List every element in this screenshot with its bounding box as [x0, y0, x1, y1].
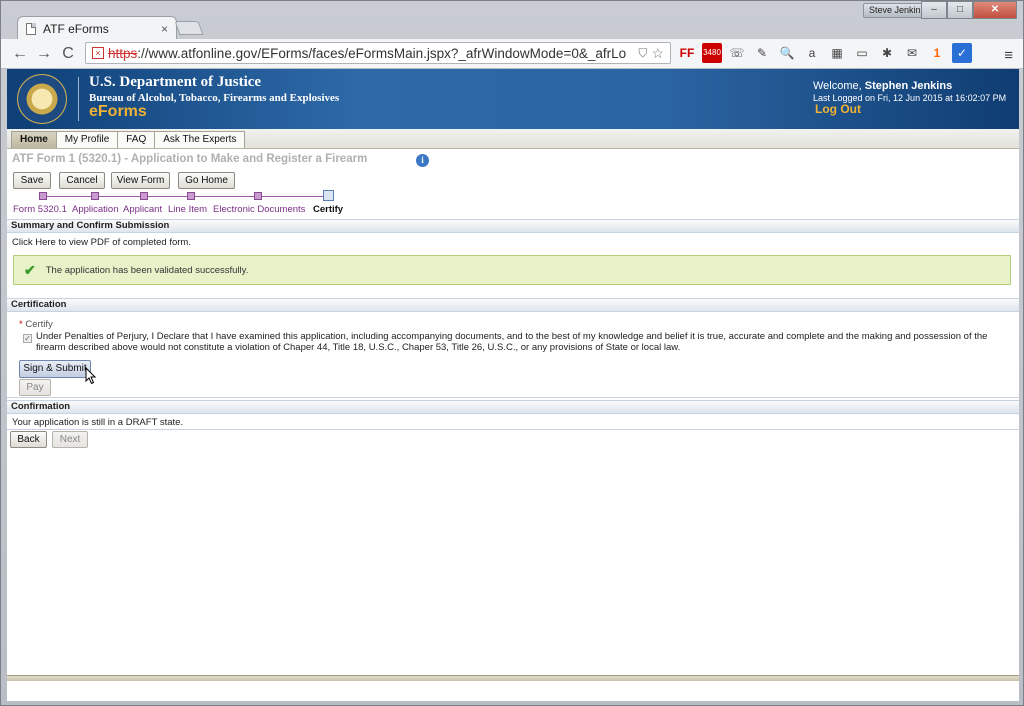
- page-footer-bar: [7, 675, 1019, 681]
- section-divider: [7, 397, 1019, 398]
- certify-checkbox[interactable]: ✓: [23, 334, 32, 343]
- perjury-declaration: Under Penalties of Perjury, I Declare th…: [36, 331, 988, 353]
- confirmation-divider: [7, 429, 1019, 430]
- ff-ext-icon[interactable]: FF: [677, 43, 697, 63]
- document-icon: [26, 22, 36, 35]
- doj-seal-logo: [17, 74, 67, 124]
- view-form-button[interactable]: View Form: [111, 172, 170, 189]
- mouse-cursor-icon: [85, 367, 97, 385]
- train-label-application[interactable]: Application: [72, 204, 118, 215]
- train-connector: [144, 196, 191, 197]
- menu-tab-ask-the-experts[interactable]: Ask The Experts: [154, 131, 246, 148]
- checkmark-icon: ✔: [24, 261, 36, 278]
- validation-text: The application has been validated succe…: [45, 264, 249, 276]
- train-label-electronic-documents[interactable]: Electronic Documents: [213, 204, 305, 215]
- progress-train: Form 5320.1 Application Applicant Line Item…: [13, 189, 353, 217]
- train-label-certify: Certify: [313, 204, 344, 215]
- validation-message: ✔ The application has been validated suc…: [13, 255, 1011, 285]
- url-text: ://www.atfonline.gov/EForms/faces/eForms…: [137, 45, 627, 61]
- browser-menu-icon[interactable]: ≡: [1004, 47, 1013, 64]
- user-name: Stephen Jenkins: [864, 80, 953, 92]
- title-bar: ATF eForms × Steve Jenkins – □ ✕: [1, 1, 1023, 40]
- next-button: Next: [52, 431, 88, 448]
- certify-label: * Certify: [19, 319, 53, 330]
- logout-link[interactable]: Log Out: [815, 102, 861, 116]
- train-stop-application[interactable]: [91, 192, 99, 200]
- train-stop-form-5320-1[interactable]: [39, 192, 47, 200]
- train-stop-applicant[interactable]: [140, 192, 148, 200]
- window-controls: – □ ✕: [921, 1, 1017, 19]
- train-label-applicant[interactable]: Applicant: [123, 204, 162, 215]
- eyedropper-ext-icon[interactable]: ✎: [752, 43, 772, 63]
- train-connector: [43, 196, 95, 197]
- welcome-text: Welcome, Stephen Jenkins: [813, 80, 1009, 92]
- extension-icons: FF 3480 ☏ ✎ 🔍 a ▦ ▭ ✱ ✉ 1 ✓: [677, 43, 972, 63]
- back-arrow-icon[interactable]: ←: [9, 43, 31, 65]
- cancel-button[interactable]: Cancel: [59, 172, 105, 189]
- draft-status-text: Your application is still in a DRAFT sta…: [12, 417, 184, 428]
- amazon-ext-icon[interactable]: a: [802, 43, 822, 63]
- train-stop-certify: [323, 190, 334, 201]
- minimize-button[interactable]: –: [921, 1, 947, 19]
- menu-tab-my-profile[interactable]: My Profile: [55, 131, 119, 148]
- confirmation-section-header: Confirmation: [7, 400, 1019, 414]
- train-stop-electronic-documents[interactable]: [254, 192, 262, 200]
- main-menu: Home My Profile FAQ Ask The Experts: [7, 129, 1019, 149]
- window-ext-icon[interactable]: ▭: [852, 43, 872, 63]
- browser-tab[interactable]: ATF eForms ×: [17, 16, 177, 40]
- forward-arrow-icon[interactable]: →: [33, 43, 55, 65]
- notification-ext-icon[interactable]: 1: [927, 43, 947, 63]
- back-button[interactable]: Back: [10, 431, 47, 448]
- train-label-form-5320-1[interactable]: Form 5320.1: [13, 204, 67, 215]
- summary-section-header: Summary and Confirm Submission: [7, 219, 1019, 233]
- train-label-line-item[interactable]: Line Item: [168, 204, 207, 215]
- save-button[interactable]: Save: [13, 172, 51, 189]
- check-ext-icon[interactable]: ✓: [952, 43, 972, 63]
- shield-icon[interactable]: ⛉: [638, 46, 647, 61]
- app-name: eForms: [89, 103, 147, 120]
- mail-ext-icon[interactable]: ✉: [902, 43, 922, 63]
- insecure-lock-icon[interactable]: ×: [92, 47, 104, 59]
- page-title: ATF Form 1 (5320.1) - Application to Mak…: [12, 153, 368, 165]
- tab-title: ATF eForms: [43, 21, 109, 36]
- chart-ext-icon[interactable]: ▦: [827, 43, 847, 63]
- doj-banner: U.S. Department of Justice Bureau of Alc…: [7, 69, 1019, 129]
- department-name: U.S. Department of Justice: [89, 74, 262, 90]
- menu-tab-faq[interactable]: FAQ: [117, 131, 156, 148]
- required-asterisk: *: [19, 319, 23, 330]
- view-pdf-link[interactable]: Click Here to view PDF of completed form…: [12, 237, 191, 248]
- browser-toolbar: ← → C × https ://www.atfonline.gov/EForm…: [1, 39, 1023, 69]
- train-connector: [95, 196, 144, 197]
- sign-submit-button[interactable]: Sign & Submit: [19, 360, 91, 378]
- address-bar[interactable]: × https ://www.atfonline.gov/EForms/face…: [85, 42, 671, 64]
- maximize-button[interactable]: □: [947, 1, 973, 19]
- go-home-button[interactable]: Go Home: [178, 172, 235, 189]
- close-window-button[interactable]: ✕: [973, 1, 1017, 19]
- certify-label-text: Certify: [25, 319, 53, 330]
- web-page: U.S. Department of Justice Bureau of Alc…: [7, 69, 1019, 701]
- phone-ext-icon[interactable]: ☏: [727, 43, 747, 63]
- train-connector: [191, 196, 258, 197]
- pay-button: Pay: [19, 379, 51, 396]
- url-scheme: https: [108, 45, 138, 61]
- menu-tab-home[interactable]: Home: [11, 131, 57, 148]
- new-tab-button[interactable]: [174, 21, 204, 35]
- reload-icon[interactable]: C: [57, 43, 79, 65]
- bookmark-star-icon[interactable]: ☆: [651, 45, 664, 62]
- train-connector: [258, 196, 328, 197]
- info-icon[interactable]: i: [416, 154, 429, 167]
- tab-close-icon[interactable]: ×: [161, 22, 168, 36]
- certification-section-header: Certification: [7, 298, 1019, 312]
- browser-window: ATF eForms × Steve Jenkins – □ ✕ ← → C ×…: [0, 0, 1024, 706]
- magnifier-ext-icon[interactable]: 🔍: [777, 43, 797, 63]
- banner-divider: [78, 77, 79, 121]
- gmail-count-icon[interactable]: 3480: [702, 43, 722, 63]
- bug-ext-icon[interactable]: ✱: [877, 43, 897, 63]
- train-stop-line-item[interactable]: [187, 192, 195, 200]
- welcome-label: Welcome,: [813, 80, 862, 92]
